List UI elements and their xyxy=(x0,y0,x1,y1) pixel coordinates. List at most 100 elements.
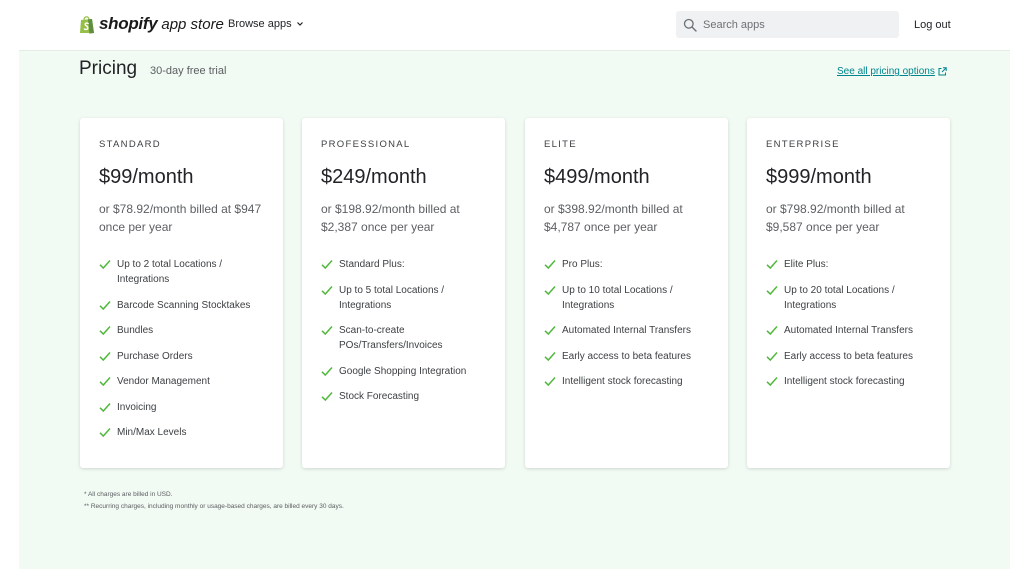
pricing-footnotes: * All charges are billed in USD. ** Recu… xyxy=(84,489,344,513)
log-out-link[interactable]: Log out xyxy=(914,19,951,31)
check-icon xyxy=(766,326,778,336)
check-icon xyxy=(544,285,556,295)
plan-price: $999/month xyxy=(766,166,872,188)
plan-name: PROFESSIONAL xyxy=(321,139,411,150)
check-icon xyxy=(544,377,556,387)
pricing-title: Pricing xyxy=(79,58,138,79)
browse-apps-menu[interactable]: Browse apps xyxy=(228,18,304,30)
search-icon xyxy=(683,18,697,32)
plan-feature-text: Up to 10 total Locations / Integrations xyxy=(562,284,673,311)
top-bar: shopify app store Browse apps Log out xyxy=(0,0,1024,50)
plan-feature-text: Automated Internal Transfers xyxy=(562,325,691,336)
check-icon xyxy=(99,351,111,361)
plan-annual-billing: or $398.92/month billed at $4,787 once p… xyxy=(544,202,683,234)
free-trial-label: 30-day free trial xyxy=(150,65,227,77)
plan-feature-item: Automated Internal Transfers xyxy=(544,323,714,338)
plan-name: STANDARD xyxy=(99,139,161,150)
check-icon xyxy=(99,428,111,438)
shopify-bag-icon xyxy=(80,15,94,34)
plan-card-enterprise: ENTERPRISE $999/month or $798.92/month bil… xyxy=(747,118,950,468)
plan-feature-text: Early access to beta features xyxy=(784,350,913,362)
check-icon xyxy=(544,326,556,336)
plan-feature-text: Barcode Scanning Stocktakes xyxy=(117,299,251,311)
see-all-pricing-link[interactable]: See all pricing options xyxy=(837,66,947,77)
logo-brand-text: shopify xyxy=(99,14,158,33)
search-input[interactable] xyxy=(703,18,883,31)
plan-feature-text: Bundles xyxy=(117,325,154,336)
plan-feature-text: Pro Plus: xyxy=(562,259,603,270)
shopify-app-store-logo[interactable]: shopify app store xyxy=(79,13,224,35)
plan-feature-text: Invoicing xyxy=(117,401,157,413)
plan-price: $499/month xyxy=(544,166,650,188)
check-icon xyxy=(766,377,778,387)
plan-feature-text: Up to 20 total Locations / Integrations xyxy=(784,284,895,311)
plan-feature-text: Google Shopping Integration xyxy=(339,365,467,377)
check-icon xyxy=(544,351,556,361)
check-icon xyxy=(321,392,333,402)
plan-feature-text: Scan-to-create POs/Transfers/Invoices xyxy=(339,325,443,351)
check-icon xyxy=(766,351,778,361)
plan-feature-text: Min/Max Levels xyxy=(117,427,187,438)
plan-feature-text: Intelligent stock forecasting xyxy=(784,376,905,387)
plan-feature-item: Barcode Scanning Stocktakes xyxy=(99,298,269,313)
plan-feature-item: Vendor Management xyxy=(99,374,269,389)
check-icon xyxy=(321,326,333,336)
plan-feature-item: Invoicing xyxy=(99,400,269,415)
browse-apps-label: Browse apps xyxy=(228,18,292,30)
plan-feature-item: Elite Plus: xyxy=(766,257,936,272)
plan-card-standard: STANDARD $99/month or $78.92/month billed … xyxy=(80,118,283,468)
plan-feature-item: Intelligent stock forecasting xyxy=(544,374,714,389)
plan-feature-text: Up to 2 total Locations / Integrations xyxy=(117,259,223,285)
plan-feature-list: Standard Plus: Up to 5 total Locations / … xyxy=(321,257,491,415)
plan-feature-item: Google Shopping Integration xyxy=(321,364,491,379)
plan-feature-item: Pro Plus: xyxy=(544,257,714,272)
plan-feature-item: Min/Max Levels xyxy=(99,425,269,440)
plan-annual-billing: or $198.92/month billed at $2,387 once p… xyxy=(321,202,460,234)
check-icon xyxy=(99,260,111,270)
plan-name: ENTERPRISE xyxy=(766,139,840,150)
plan-price: $99/month xyxy=(99,166,194,188)
check-icon xyxy=(99,326,111,336)
plan-feature-text: Automated Internal Transfers xyxy=(784,325,913,336)
plan-price: $249/month xyxy=(321,166,427,188)
logo-sub-text: app store xyxy=(161,15,224,33)
plan-feature-item: Intelligent stock forecasting xyxy=(766,374,936,389)
check-icon xyxy=(321,285,333,295)
see-all-pricing-label: See all pricing options xyxy=(837,66,935,77)
plan-feature-item: Early access to beta features xyxy=(766,349,936,364)
check-icon xyxy=(321,366,333,376)
plan-annual-billing: or $798.92/month billed at $9,587 once p… xyxy=(766,202,905,234)
plan-annual-billing: or $78.92/month billed at $947 once per … xyxy=(99,202,262,234)
plan-feature-text: Intelligent stock forecasting xyxy=(562,376,683,387)
plan-feature-text: Vendor Management xyxy=(117,376,210,387)
plan-feature-text: Up to 5 total Locations / Integrations xyxy=(339,284,445,311)
plan-name: ELITE xyxy=(544,139,577,150)
search-box[interactable] xyxy=(676,11,899,38)
footnote-recurring: ** Recurring charges, including monthly … xyxy=(84,503,344,510)
check-icon xyxy=(321,260,333,270)
plan-feature-list: Pro Plus: Up to 10 total Locations / Inte… xyxy=(544,257,714,400)
plan-feature-item: Early access to beta features xyxy=(544,349,714,364)
plan-feature-item: Automated Internal Transfers xyxy=(766,323,936,338)
plan-feature-text: Elite Plus: xyxy=(784,259,829,270)
plan-feature-text: Early access to beta features xyxy=(562,350,691,362)
plan-feature-item: Up to 10 total Locations / Integrations xyxy=(544,283,714,313)
check-icon xyxy=(544,260,556,270)
chevron-down-icon xyxy=(296,22,303,26)
check-icon xyxy=(99,377,111,387)
plan-feature-item: Bundles xyxy=(99,323,269,338)
plan-feature-text: Standard Plus: xyxy=(339,259,405,270)
plan-feature-item: Up to 20 total Locations / Integrations xyxy=(766,283,936,313)
plan-feature-list: Elite Plus: Up to 20 total Locations / In… xyxy=(766,257,936,400)
check-icon xyxy=(99,402,111,412)
check-icon xyxy=(766,260,778,270)
plan-feature-item: Scan-to-create POs/Transfers/Invoices xyxy=(321,323,491,353)
external-link-icon xyxy=(938,67,947,76)
plan-feature-item: Standard Plus: xyxy=(321,257,491,272)
plan-feature-text: Purchase Orders xyxy=(117,350,193,362)
plan-feature-item: Up to 2 total Locations / Integrations xyxy=(99,257,269,287)
plan-feature-list: Up to 2 total Locations / Integrations Ba… xyxy=(99,257,269,451)
footnote-usd: * All charges are billed in USD. xyxy=(84,491,173,498)
pricing-section: Pricing 30-day free trial See all pricin… xyxy=(19,50,1010,569)
plan-feature-text: Stock Forecasting xyxy=(339,391,420,402)
